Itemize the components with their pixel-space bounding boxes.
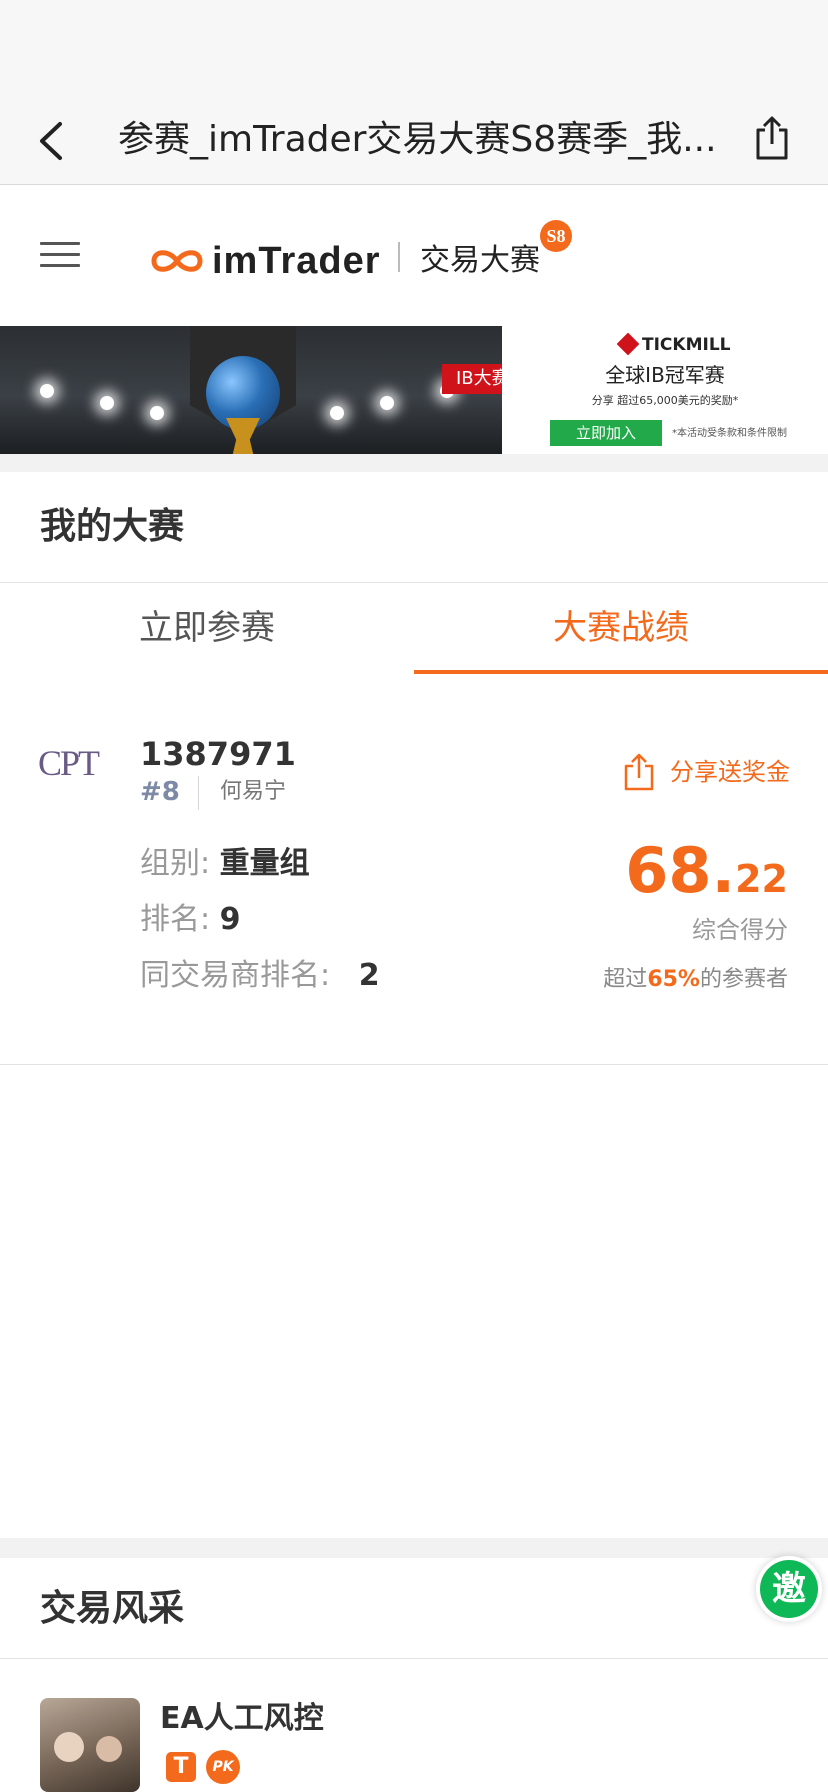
trader-name: 何易宁 (220, 779, 287, 804)
group-value: 重量组 (219, 846, 310, 881)
tickmill-logo: TICKMILL (616, 332, 730, 358)
infinity-logo-icon (151, 250, 203, 272)
beat-suffix: 的参赛者 (699, 967, 788, 992)
group-row: 组别: 重量组 (140, 840, 310, 888)
tab-join-now[interactable]: 立即参赛 (0, 600, 414, 670)
season-badge: S8 (540, 220, 572, 252)
score-integer: 68. (625, 834, 736, 907)
imtrader-logo[interactable]: imTrader (146, 236, 406, 286)
tickmill-diamond-icon (616, 332, 640, 356)
broker-rank-value: 2 (358, 958, 380, 993)
broker-rank-label: 同交易商排名: (140, 958, 331, 993)
account-id: 1387971 (140, 735, 296, 773)
score-label: 综合得分 (692, 916, 788, 944)
beat-pct: 65% (647, 967, 700, 992)
pk-badge: PK (206, 1750, 240, 1784)
back-chevron-icon[interactable] (34, 116, 74, 166)
my-contest-title: 我的大赛 (40, 506, 185, 547)
beat-percentage: 超过65%的参赛者 (603, 960, 788, 1000)
menu-icon[interactable] (40, 242, 80, 272)
section-gap (0, 1538, 828, 1558)
banner-title: 全球IB冠军赛 (605, 363, 725, 387)
beat-prefix: 超过 (603, 967, 648, 992)
banner-text-panel: TICKMILL 全球IB冠军赛 分享 超过65,000美元的奖励* 立即加入 … (502, 326, 828, 454)
divider (0, 1064, 828, 1065)
feed-item-name[interactable]: EA人工风控 (160, 1696, 324, 1742)
rank-label: 排名: (140, 902, 211, 937)
banner-stadium-image (0, 326, 502, 454)
invite-label: 邀 (760, 1560, 818, 1618)
ad-banner[interactable]: IB大赛 TICKMILL 全球IB冠军赛 分享 超过65,000美元的奖励* … (0, 326, 828, 454)
tab-contest-record[interactable]: 大赛战绩 (414, 600, 828, 670)
share-bonus-icon (624, 753, 654, 791)
logo-text: imTrader (212, 240, 381, 282)
active-tab-indicator (414, 670, 828, 674)
trader-badge: T (166, 1752, 196, 1782)
site-header: imTrader 交易大赛 S8 (0, 186, 828, 326)
rank-value: 9 (219, 902, 241, 937)
banner-note: *本活动受条款和条件限制 (672, 428, 787, 439)
rank-hash: #8 (140, 777, 180, 807)
share-bonus-label: 分享送奖金 (670, 758, 790, 786)
score-decimal: 22 (735, 857, 788, 901)
logo-subtitle: 交易大赛 (420, 243, 540, 278)
join-now-button[interactable]: 立即加入 (550, 420, 662, 446)
page-title: 参赛_imTrader交易大赛S8赛季_我... (118, 119, 717, 160)
broker-rank-row: 同交易商排名: 2 (140, 952, 380, 1000)
trading-style-title: 交易风采 (40, 1588, 185, 1629)
top-nav-bar: 参赛_imTrader交易大赛S8赛季_我... (0, 0, 828, 185)
group-label: 组别: (140, 846, 211, 881)
rank-row: 排名: 9 (140, 896, 241, 944)
share-icon[interactable] (752, 114, 792, 164)
section-gap (0, 454, 828, 472)
divider (0, 582, 828, 583)
invite-button[interactable]: 邀 (756, 1556, 822, 1622)
trophy-icon (226, 418, 260, 454)
broker-logo: CPT (38, 743, 100, 783)
logo-divider (398, 242, 400, 272)
divider (0, 1658, 828, 1659)
banner-subtitle: 分享 超过65,000美元的奖励* (591, 394, 739, 407)
avatar[interactable] (40, 1698, 140, 1792)
divider (198, 776, 199, 810)
